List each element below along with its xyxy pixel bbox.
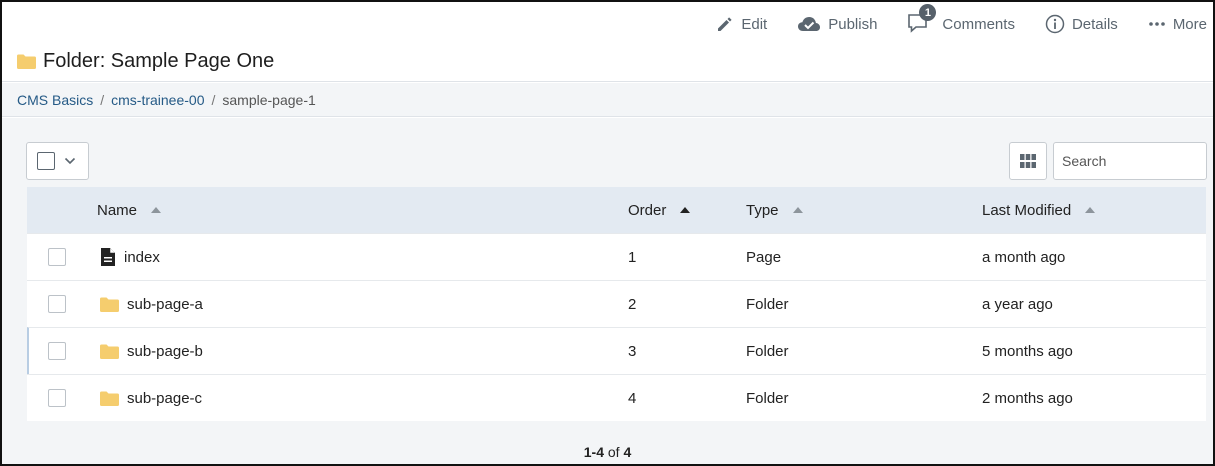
row-name[interactable]: sub-page-c [127, 390, 202, 407]
column-header-label: Last Modified [982, 201, 1072, 219]
name-cell: sub-page-a [99, 281, 203, 327]
modified-cell: a month ago [982, 248, 1066, 266]
type-cell: Folder [746, 295, 789, 313]
grid-view-button[interactable] [1009, 142, 1047, 180]
page-title: Folder: Sample Page One [43, 50, 275, 72]
comments-button[interactable]: 1 Comments [907, 4, 1015, 38]
grid-icon [1020, 154, 1036, 168]
breadcrumb-item-cms-trainee[interactable]: cms-trainee-00 [111, 92, 204, 108]
name-cell: sub-page-b [99, 328, 203, 374]
app-window: Edit Publish 1 Comments Details More Fol… [0, 0, 1215, 466]
ellipsis-icon [1149, 22, 1165, 26]
content-table: Name Order Type Last Modified index 1 Pa… [27, 187, 1206, 421]
column-header-type[interactable]: Type [746, 187, 803, 233]
pager-of: of [607, 444, 620, 460]
row-name[interactable]: sub-page-b [127, 343, 203, 360]
row-checkbox[interactable] [48, 295, 66, 313]
row-checkbox-cell [48, 234, 66, 280]
folder-icon [100, 344, 119, 359]
select-all-checkbox[interactable] [37, 152, 55, 170]
type-cell: Page [746, 248, 782, 266]
row-checkbox-cell [48, 281, 66, 327]
sort-ascending-icon [792, 207, 803, 213]
more-label: More [1172, 15, 1207, 33]
edit-button[interactable]: Edit [716, 10, 767, 38]
modified-cell: a year ago [982, 295, 1053, 313]
sort-ascending-icon [680, 207, 691, 213]
comments-count-badge: 1 [919, 4, 937, 21]
row-checkbox[interactable] [48, 389, 66, 407]
table-header: Name Order Type Last Modified [27, 187, 1206, 233]
type-cell: Folder [746, 389, 789, 407]
column-header-name[interactable]: Name [97, 187, 162, 233]
pager-total: 4 [623, 444, 632, 460]
order-cell: 3 [628, 342, 637, 360]
breadcrumb-separator: / [100, 91, 105, 108]
comments-label: Comments [942, 15, 1015, 33]
folder-icon [100, 297, 119, 312]
name-cell: index [99, 234, 160, 280]
document-icon [101, 248, 115, 266]
more-button[interactable]: More [1148, 10, 1207, 38]
table-row[interactable]: sub-page-b 3 Folder 5 months ago [27, 327, 1206, 374]
breadcrumb-item-current: sample-page-1 [222, 91, 316, 108]
breadcrumb-separator: / [211, 91, 216, 108]
publish-label: Publish [828, 15, 878, 33]
row-name[interactable]: sub-page-a [127, 296, 203, 313]
order-cell: 4 [628, 389, 637, 407]
page-header: Edit Publish 1 Comments Details More Fol… [2, 2, 1213, 82]
listing-panel: Name Order Type Last Modified [2, 118, 1213, 464]
cloud-check-icon [798, 17, 821, 31]
details-label: Details [1071, 15, 1118, 33]
modified-cell: 2 months ago [982, 389, 1073, 407]
row-checkbox[interactable] [48, 248, 66, 266]
column-header-order[interactable]: Order [628, 187, 691, 233]
sort-ascending-icon [1085, 207, 1096, 213]
row-name[interactable]: index [124, 249, 160, 266]
select-all-dropdown[interactable] [26, 142, 89, 180]
pagination-summary: 1-4 of 4 [2, 444, 1213, 460]
breadcrumb: CMS Basics / cms-trainee-00 / sample-pag… [2, 83, 1213, 117]
row-checkbox-cell [48, 328, 66, 374]
table-row[interactable]: sub-page-a 2 Folder a year ago [27, 280, 1206, 327]
breadcrumb-item-cms-basics[interactable]: CMS Basics [17, 92, 93, 108]
folder-icon [17, 54, 36, 69]
folder-icon [100, 391, 119, 406]
row-checkbox[interactable] [48, 342, 66, 360]
sort-ascending-icon [151, 207, 162, 213]
type-cell: Folder [746, 342, 789, 360]
title-row: Folder: Sample Page One [16, 50, 274, 73]
table-row[interactable]: sub-page-c 4 Folder 2 months ago [27, 374, 1206, 421]
column-header-last-modified[interactable]: Last Modified [982, 187, 1096, 233]
publish-button[interactable]: Publish [797, 10, 877, 38]
pencil-icon [718, 17, 732, 31]
row-checkbox-cell [48, 375, 66, 421]
edit-label: Edit [741, 15, 768, 33]
order-cell: 1 [628, 248, 637, 266]
order-cell: 2 [628, 295, 637, 313]
chevron-down-icon [64, 157, 76, 165]
action-toolbar: Edit Publish 1 Comments Details More [716, 4, 1213, 38]
column-header-label: Order [628, 201, 667, 219]
search-input[interactable] [1053, 142, 1207, 180]
pager-range: 1-4 [583, 444, 604, 460]
details-button[interactable]: Details [1045, 10, 1118, 38]
column-header-label: Type [746, 201, 779, 219]
comments-icon-wrap: 1 [907, 4, 938, 38]
modified-cell: 5 months ago [982, 342, 1073, 360]
name-cell: sub-page-c [99, 375, 202, 421]
column-header-label: Name [97, 201, 138, 219]
table-row[interactable]: index 1 Page a month ago [27, 233, 1206, 280]
info-icon [1045, 14, 1065, 34]
